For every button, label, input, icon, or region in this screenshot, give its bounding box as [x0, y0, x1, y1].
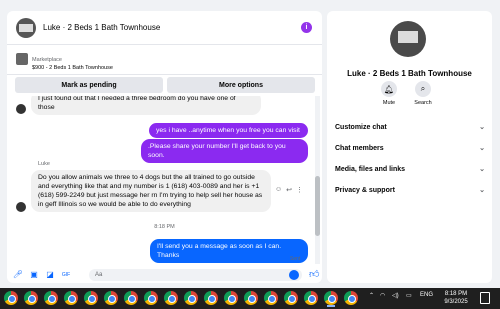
message-scrollbar[interactable]	[315, 96, 320, 264]
more-icon[interactable]: ⋮	[296, 186, 303, 194]
sender-name: Luke	[38, 161, 50, 167]
image-icon[interactable]: ▣	[29, 270, 39, 280]
incoming-message: I just found out that I needed a three b…	[31, 96, 261, 115]
chrome-icon[interactable]	[184, 291, 198, 305]
conversation-avatar[interactable]	[390, 21, 426, 57]
chat-title[interactable]: Luke · 2 Beds 1 Bath Townhouse	[43, 23, 301, 32]
clock-time: 8:18 PM	[444, 291, 468, 297]
message-list[interactable]: I just found out that I needed a three b…	[7, 96, 322, 264]
message-input[interactable]: Aa	[89, 269, 302, 281]
sender-avatar[interactable]	[16, 202, 26, 212]
menu-label: Privacy & support	[335, 186, 395, 194]
show-hidden-icons-icon[interactable]: ⌃	[369, 292, 374, 299]
mute-label: Mute	[382, 100, 396, 106]
chrome-icon[interactable]	[204, 291, 218, 305]
emoji-icon[interactable]	[289, 270, 299, 280]
wifi-icon[interactable]: ◠	[380, 292, 385, 299]
volume-icon[interactable]: ◁)	[392, 292, 399, 299]
gif-icon[interactable]: GIF	[61, 270, 71, 280]
chevron-down-icon: ⌄	[479, 187, 485, 194]
system-clock[interactable]: 8:18 PM 9/3/2025	[436, 290, 476, 306]
chat-header: Luke · 2 Beds 1 Bath Townhouse i	[7, 11, 322, 45]
chrome-icon[interactable]	[164, 291, 178, 305]
chrome-icon[interactable]	[304, 291, 318, 305]
active-window-indicator	[327, 305, 335, 307]
composer: 🎤︎ ▣ ◪ GIF Aa 👍︎	[7, 266, 322, 283]
chevron-down-icon: ⌄	[479, 124, 485, 131]
like-icon[interactable]: 👍︎	[309, 268, 319, 280]
chat-panel: Luke · 2 Beds 1 Bath Townhouse i Marketp…	[7, 11, 322, 283]
chrome-icon[interactable]	[264, 291, 278, 305]
chrome-icon[interactable]	[344, 291, 358, 305]
language-indicator[interactable]: ENG	[420, 292, 433, 298]
message-timestamp: 8:18 PM	[154, 224, 175, 230]
notification-icon[interactable]	[480, 292, 490, 304]
chrome-icon[interactable]	[44, 291, 58, 305]
menu-label: Chat members	[335, 144, 384, 152]
message-actions: ☺ ↩ ⋮	[275, 186, 303, 194]
chrome-icon[interactable]	[124, 291, 138, 305]
scrollbar-thumb[interactable]	[315, 176, 320, 236]
menu-label: Media, files and links	[335, 165, 406, 173]
sender-avatar[interactable]	[16, 104, 26, 114]
outgoing-message: I'll send you a message as soon as I can…	[150, 239, 308, 263]
listing-actions: Mark as pending More options	[15, 77, 315, 93]
chrome-icon[interactable]	[244, 291, 258, 305]
listing-thumbnail	[16, 53, 28, 65]
sticker-icon[interactable]: ◪	[45, 270, 55, 280]
menu-customize-chat[interactable]: Customize chat ⌄	[335, 119, 485, 135]
search-button[interactable]: ⌕ Search	[408, 81, 438, 106]
chrome-icon[interactable]	[64, 291, 78, 305]
chrome-icon[interactable]	[224, 291, 238, 305]
mark-as-pending-button[interactable]: Mark as pending	[15, 77, 163, 93]
chevron-down-icon: ⌄	[479, 166, 485, 173]
more-options-button[interactable]: More options	[167, 77, 315, 93]
chat-header-thumbnail[interactable]	[16, 17, 36, 38]
conversation-details-panel: Luke · 2 Beds 1 Bath Townhouse 🔔︎ Mute ⌕…	[327, 11, 492, 283]
sent-status: Sent	[290, 256, 301, 262]
chevron-down-icon: ⌄	[479, 145, 485, 152]
info-icon[interactable]: i	[301, 22, 312, 33]
chrome-icon[interactable]	[24, 291, 38, 305]
outgoing-message: .Please share your number I'll get back …	[141, 139, 308, 163]
chrome-icon[interactable]	[324, 291, 338, 305]
menu-label: Customize chat	[335, 123, 387, 131]
conversation-name: Luke · 2 Beds 1 Bath Townhouse	[347, 69, 472, 78]
clock-date: 9/3/2025	[444, 299, 468, 305]
marketplace-label: Marketplace	[32, 57, 62, 63]
emoji-react-icon[interactable]: ☺	[275, 186, 282, 194]
chrome-icon[interactable]	[84, 291, 98, 305]
outgoing-message: yes i have ..anytime when you free you c…	[149, 123, 308, 138]
menu-privacy-support[interactable]: Privacy & support ⌄	[335, 182, 485, 198]
incoming-message: Do you allow animals we three to 4 dogs …	[31, 170, 271, 212]
chrome-icon[interactable]	[104, 291, 118, 305]
menu-media-files-links[interactable]: Media, files and links ⌄	[335, 161, 485, 177]
chrome-icon[interactable]	[144, 291, 158, 305]
taskbar: ⌃ ◠ ◁) ▭ ENG 8:18 PM 9/3/2025	[0, 288, 500, 309]
mute-button[interactable]: 🔔︎ Mute	[374, 81, 404, 106]
marketplace-listing[interactable]: Marketplace $900 - 2 Beds 1 Bath Townhou…	[7, 45, 322, 75]
listing-price-title: $900 - 2 Beds 1 Bath Townhouse	[32, 65, 113, 71]
reply-icon[interactable]: ↩	[286, 186, 292, 194]
search-icon: ⌕	[415, 81, 431, 97]
chrome-icon[interactable]	[284, 291, 298, 305]
search-label: Search	[414, 100, 432, 106]
battery-icon[interactable]: ▭	[406, 292, 412, 299]
microphone-icon[interactable]: 🎤︎	[13, 270, 23, 280]
menu-chat-members[interactable]: Chat members ⌄	[335, 140, 485, 156]
bell-icon: 🔔︎	[381, 81, 397, 97]
screen: Luke · 2 Beds 1 Bath Townhouse i Marketp…	[0, 0, 500, 309]
chrome-icon[interactable]	[4, 291, 18, 305]
